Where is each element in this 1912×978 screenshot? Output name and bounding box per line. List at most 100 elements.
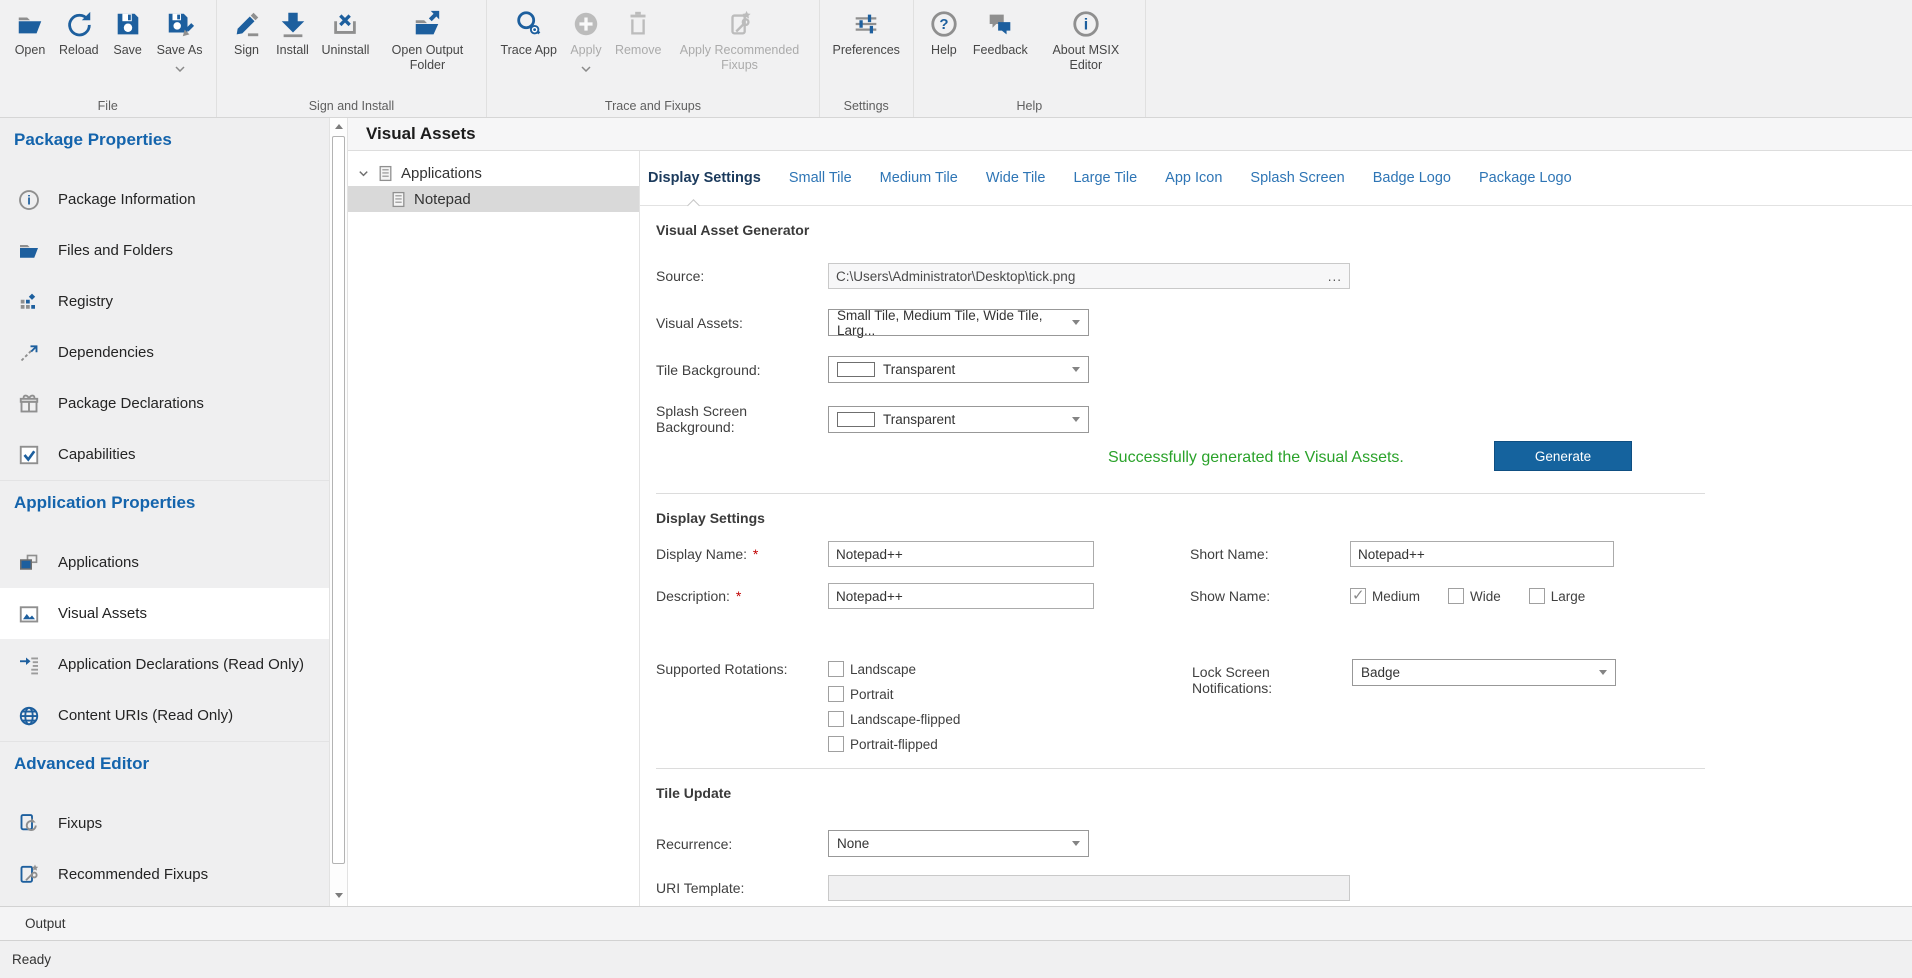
tab-small-tile[interactable]: Small Tile xyxy=(789,170,852,186)
tab-package-logo[interactable]: Package Logo xyxy=(1479,170,1572,186)
chevron-down-icon xyxy=(581,59,591,77)
checkbox-checked-icon[interactable] xyxy=(1350,588,1366,604)
display-settings-panel: Visual Asset Generator Source: C:\Users\… xyxy=(640,206,1912,906)
uninstall-button[interactable]: Uninstall xyxy=(316,7,376,60)
open-button[interactable]: Open xyxy=(7,7,53,60)
rotation-landscape-checkbox[interactable]: Landscape xyxy=(828,659,1192,679)
recommended-fixups-doc-icon xyxy=(17,863,41,887)
sidebar-item-application-declarations-read-only[interactable]: Application Declarations (Read Only) xyxy=(0,639,329,690)
browse-button[interactable]: ... xyxy=(1320,269,1342,284)
visual-assets-dropdown[interactable]: Small Tile, Medium Tile, Wide Tile, Larg… xyxy=(828,309,1089,336)
sidebar-item-package-information[interactable]: iPackage Information xyxy=(0,174,329,225)
chevron-down-icon xyxy=(175,59,185,77)
scroll-up-icon[interactable] xyxy=(330,118,347,135)
tile-background-dropdown[interactable]: Transparent xyxy=(828,356,1089,383)
dependencies-icon xyxy=(17,341,41,365)
scroll-down-icon[interactable] xyxy=(330,887,347,904)
feedback-button[interactable]: Feedback xyxy=(967,7,1034,60)
color-swatch xyxy=(837,412,875,427)
checkbox-unchecked-icon[interactable] xyxy=(828,736,844,752)
tab-display-settings[interactable]: Display Settings xyxy=(648,170,761,186)
generate-button[interactable]: Generate xyxy=(1494,441,1632,471)
reload-button[interactable]: Reload xyxy=(53,7,105,60)
sidebar-item-fixups[interactable]: Fixups xyxy=(0,798,329,849)
application-declarations-icon xyxy=(17,653,41,677)
tree-node-applications[interactable]: Applications xyxy=(348,160,639,186)
sidebar-item-recommended-fixups[interactable]: Recommended Fixups xyxy=(0,849,329,900)
trace-app-button[interactable]: Trace App xyxy=(494,7,563,60)
description-field[interactable]: Notepad++ xyxy=(828,583,1094,609)
tab-badge-logo[interactable]: Badge Logo xyxy=(1373,170,1451,186)
show-name-medium-checkbox[interactable]: Medium xyxy=(1350,588,1420,604)
rotation-portrait-checkbox[interactable]: Portrait xyxy=(828,684,1192,704)
uninstall-icon xyxy=(330,9,360,39)
checkbox-unchecked-icon[interactable] xyxy=(828,711,844,727)
apply-button[interactable]: Apply xyxy=(563,7,609,79)
apply-recommended-fixups-button[interactable]: Apply Recommended Fixups xyxy=(668,7,812,75)
sidebar-item-dependencies[interactable]: Dependencies xyxy=(0,327,329,378)
sidebar-section: Advanced Editor Fixups Recommended Fixup… xyxy=(0,741,329,906)
section-divider xyxy=(656,768,1705,769)
sidebar-item-capabilities[interactable]: Capabilities xyxy=(0,429,329,480)
preferences-sliders-icon xyxy=(851,9,881,39)
sidebar: Package Properties iPackage Information … xyxy=(0,118,329,906)
output-panel-header[interactable]: Output xyxy=(0,906,1912,940)
rotation-landscape-flipped-checkbox[interactable]: Landscape-flipped xyxy=(828,709,1192,729)
uri-template-label: URI Template: xyxy=(656,880,828,896)
sidebar-item-registry[interactable]: Registry xyxy=(0,276,329,327)
recurrence-dropdown[interactable]: None xyxy=(828,830,1089,857)
splash-background-label: Splash Screen Background: xyxy=(656,403,828,435)
tab-medium-tile[interactable]: Medium Tile xyxy=(880,170,958,186)
package-info-icon: i xyxy=(17,188,41,212)
save-button[interactable]: Save xyxy=(105,7,151,60)
toolbar-group-label: Sign and Install xyxy=(224,96,480,117)
checkbox-unchecked-icon[interactable] xyxy=(1448,588,1464,604)
chevron-down-icon[interactable] xyxy=(357,167,370,180)
msix-editor-window: Open Reload Save Save As File Sign Insta… xyxy=(0,0,1912,978)
short-name-field[interactable]: Notepad++ xyxy=(1350,541,1614,567)
lock-screen-dropdown[interactable]: Badge xyxy=(1352,659,1616,686)
rotation-portrait-flipped-checkbox[interactable]: Portrait-flipped xyxy=(828,734,1192,754)
install-button[interactable]: Install xyxy=(270,7,316,60)
open-folder-icon xyxy=(15,9,45,39)
sign-button[interactable]: Sign xyxy=(224,7,270,60)
splash-background-dropdown[interactable]: Transparent xyxy=(828,406,1089,433)
checkbox-unchecked-icon[interactable] xyxy=(828,686,844,702)
about-info-icon: i xyxy=(1071,9,1101,39)
tab-wide-tile[interactable]: Wide Tile xyxy=(986,170,1046,186)
help-button[interactable]: ?Help xyxy=(921,7,967,60)
tree-node-notepad[interactable]: Notepad xyxy=(348,186,639,212)
sidebar-item-content-uris-read-only[interactable]: Content URIs (Read Only) xyxy=(0,690,329,741)
open-output-folder-button[interactable]: Open Output Folder xyxy=(375,7,479,75)
success-message: Successfully generated the Visual Assets… xyxy=(1108,449,1404,467)
sign-pencil-icon xyxy=(232,9,262,39)
show-name-wide-checkbox[interactable]: Wide xyxy=(1448,588,1501,604)
sidebar-scrollbar[interactable] xyxy=(329,118,348,906)
source-field[interactable]: C:\Users\Administrator\Desktop\tick.png … xyxy=(828,263,1350,289)
tab-large-tile[interactable]: Large Tile xyxy=(1073,170,1137,186)
lock-screen-label: Lock Screen Notifications: xyxy=(1192,659,1352,696)
form-row-visual-assets: Visual Assets: Small Tile, Medium Tile, … xyxy=(656,309,1912,336)
sidebar-item-files-and-folders[interactable]: Files and Folders xyxy=(0,225,329,276)
sidebar-item-applications[interactable]: Applications xyxy=(0,537,329,588)
form-row-description: Description: * Notepad++ Show Name: Medi… xyxy=(656,583,1912,609)
tab-app-icon[interactable]: App Icon xyxy=(1165,170,1222,186)
sidebar-section: Application Properties Applications Visu… xyxy=(0,480,329,741)
short-name-label: Short Name: xyxy=(1190,546,1350,562)
show-name-large-checkbox[interactable]: Large xyxy=(1529,588,1586,604)
package-declarations-icon xyxy=(17,392,41,416)
sidebar-item-visual-assets[interactable]: Visual Assets xyxy=(0,588,329,639)
toolbar-group-label: Trace and Fixups xyxy=(494,96,811,117)
checkbox-unchecked-icon[interactable] xyxy=(1529,588,1545,604)
scrollbar-thumb[interactable] xyxy=(332,136,345,864)
checkbox-unchecked-icon[interactable] xyxy=(828,661,844,677)
tab-splash-screen[interactable]: Splash Screen xyxy=(1250,170,1344,186)
source-label: Source: xyxy=(656,268,828,284)
sidebar-item-package-declarations[interactable]: Package Declarations xyxy=(0,378,329,429)
uri-template-field[interactable] xyxy=(828,875,1350,901)
remove-button[interactable]: Remove xyxy=(609,7,668,60)
display-name-field[interactable]: Notepad++ xyxy=(828,541,1094,567)
save-as-button[interactable]: Save As xyxy=(151,7,209,79)
preferences-button[interactable]: Preferences xyxy=(827,7,906,60)
about-msix-editor-button[interactable]: iAbout MSIX Editor xyxy=(1034,7,1138,75)
